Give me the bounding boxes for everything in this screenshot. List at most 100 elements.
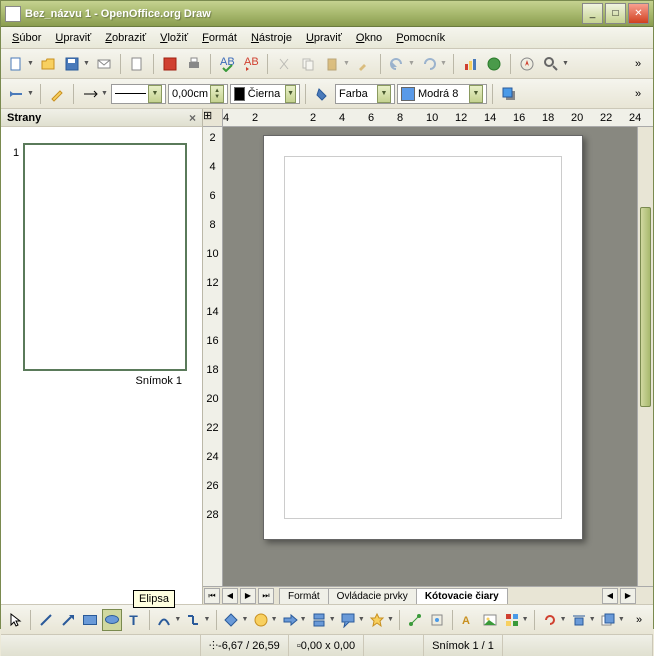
redo-dropdown[interactable]: ▼ <box>440 60 448 67</box>
maximize-button[interactable]: □ <box>605 3 626 24</box>
flowchart-dropdown[interactable]: ▼ <box>329 616 336 623</box>
block-arrows-dropdown[interactable]: ▼ <box>300 616 307 623</box>
last-tab-button[interactable]: ⏭ <box>258 588 274 604</box>
menu-okno[interactable]: Okno <box>349 29 389 47</box>
arrange-dropdown[interactable]: ▼ <box>618 616 625 623</box>
drawing-canvas[interactable] <box>223 127 637 586</box>
shadow-button[interactable] <box>498 83 520 105</box>
close-button[interactable]: ✕ <box>628 3 649 24</box>
connector-dropdown[interactable]: ▼ <box>203 616 210 623</box>
autocheck-button[interactable]: ABC <box>240 53 262 75</box>
prev-tab-button[interactable]: ◀ <box>222 588 238 604</box>
layer-tab[interactable]: Ovládacie prvky <box>328 588 417 604</box>
first-tab-button[interactable]: ⏮ <box>204 588 220 604</box>
callout-tool[interactable] <box>338 609 358 631</box>
fontwork-tool[interactable]: A <box>458 609 478 631</box>
copy-button[interactable] <box>297 53 319 75</box>
paste-dropdown[interactable]: ▼ <box>343 60 351 67</box>
save-dropdown[interactable]: ▼ <box>83 60 91 67</box>
rectangle-tool[interactable] <box>80 609 100 631</box>
area-dialog-button[interactable] <box>311 83 333 105</box>
toolbar-overflow[interactable]: » <box>629 609 649 631</box>
spellcheck-button[interactable]: ABC <box>216 53 238 75</box>
undo-button[interactable] <box>386 53 408 75</box>
symbol-shapes-dropdown[interactable]: ▼ <box>271 616 278 623</box>
format-paintbrush-button[interactable] <box>353 53 375 75</box>
slide-thumbnail[interactable] <box>23 143 187 371</box>
symbol-shapes-tool[interactable] <box>251 609 271 631</box>
stars-tool[interactable] <box>367 609 387 631</box>
next-tab-button[interactable]: ▶ <box>240 588 256 604</box>
hyperlink-button[interactable] <box>483 53 505 75</box>
menu-subor[interactable]: Súbor <box>5 29 48 47</box>
flowchart-tool[interactable] <box>309 609 329 631</box>
menu-pomocnik[interactable]: Pomocník <box>389 29 452 47</box>
line-color-select[interactable]: Čierna▼ <box>230 84 300 104</box>
minimize-button[interactable]: _ <box>582 3 603 24</box>
layer-tab[interactable]: Formát <box>279 588 329 604</box>
line-width-input[interactable]: 0,00cm▲▼ <box>168 84 228 104</box>
line-style-select[interactable]: ▼ <box>111 84 166 104</box>
fill-color-select[interactable]: Modrá 8▼ <box>397 84 487 104</box>
stars-dropdown[interactable]: ▼ <box>387 616 394 623</box>
scroll-thumb[interactable] <box>640 207 651 407</box>
line-end-dropdown[interactable]: ▼ <box>101 90 109 97</box>
gallery-tool[interactable] <box>502 609 522 631</box>
horizontal-ruler[interactable]: 4224681012141618202224 <box>223 109 653 127</box>
line-dialog-button[interactable] <box>46 83 68 105</box>
menu-zobrazit[interactable]: Zobraziť <box>98 29 153 47</box>
basic-shapes-dropdown[interactable]: ▼ <box>241 616 248 623</box>
status-mode[interactable] <box>364 635 424 656</box>
arrow-style-button[interactable] <box>5 83 27 105</box>
basic-shapes-tool[interactable] <box>222 609 242 631</box>
align-dropdown[interactable]: ▼ <box>589 616 596 623</box>
navigator-button[interactable] <box>516 53 538 75</box>
select-tool[interactable] <box>5 609 25 631</box>
new-button[interactable] <box>5 53 27 75</box>
rotate-dropdown[interactable]: ▼ <box>560 616 567 623</box>
menu-format[interactable]: Formát <box>195 29 244 47</box>
vertical-ruler[interactable]: 246810121416182022242628 <box>203 127 223 586</box>
email-button[interactable] <box>93 53 115 75</box>
status-layout[interactable] <box>503 635 653 656</box>
gallery-dropdown[interactable]: ▼ <box>522 616 529 623</box>
print-button[interactable] <box>183 53 205 75</box>
ellipse-tool[interactable] <box>102 609 122 631</box>
save-button[interactable] <box>61 53 83 75</box>
block-arrows-tool[interactable] <box>280 609 300 631</box>
panel-close-button[interactable]: × <box>189 111 196 125</box>
zoom-dropdown[interactable]: ▼ <box>562 60 570 67</box>
arrow-style-dropdown[interactable]: ▼ <box>27 90 35 97</box>
zoom-button[interactable] <box>540 53 562 75</box>
chart-button[interactable] <box>459 53 481 75</box>
new-dropdown[interactable]: ▼ <box>27 60 35 67</box>
undo-dropdown[interactable]: ▼ <box>408 60 416 67</box>
curve-tool[interactable] <box>154 609 174 631</box>
layer-tab[interactable]: Kótovacie čiary <box>416 588 508 604</box>
scroll-left-button[interactable]: ◀ <box>602 588 618 604</box>
text-tool[interactable]: T <box>124 609 144 631</box>
paste-button[interactable] <box>321 53 343 75</box>
line-end-button[interactable] <box>79 83 101 105</box>
menu-upravit[interactable]: Upraviť <box>48 29 98 47</box>
arrow-tool[interactable] <box>58 609 78 631</box>
open-button[interactable] <box>37 53 59 75</box>
scroll-right-button[interactable]: ▶ <box>620 588 636 604</box>
connector-tool[interactable] <box>184 609 204 631</box>
menu-nastroje[interactable]: Nástroje <box>244 29 299 47</box>
arrange-tool[interactable] <box>598 609 618 631</box>
edit-file-button[interactable] <box>126 53 148 75</box>
points-tool[interactable] <box>405 609 425 631</box>
cut-button[interactable] <box>273 53 295 75</box>
rotate-tool[interactable] <box>540 609 560 631</box>
menu-upravit2[interactable]: Upraviť <box>299 29 349 47</box>
toolbar-overflow[interactable]: » <box>627 83 649 105</box>
callout-dropdown[interactable]: ▼ <box>358 616 365 623</box>
redo-button[interactable] <box>418 53 440 75</box>
pdf-button[interactable] <box>159 53 181 75</box>
glue-points-tool[interactable] <box>427 609 447 631</box>
curve-dropdown[interactable]: ▼ <box>174 616 181 623</box>
align-tool[interactable] <box>569 609 589 631</box>
fill-type-select[interactable]: Farba▼ <box>335 84 395 104</box>
ruler-corner[interactable]: ⊞ <box>203 109 223 127</box>
